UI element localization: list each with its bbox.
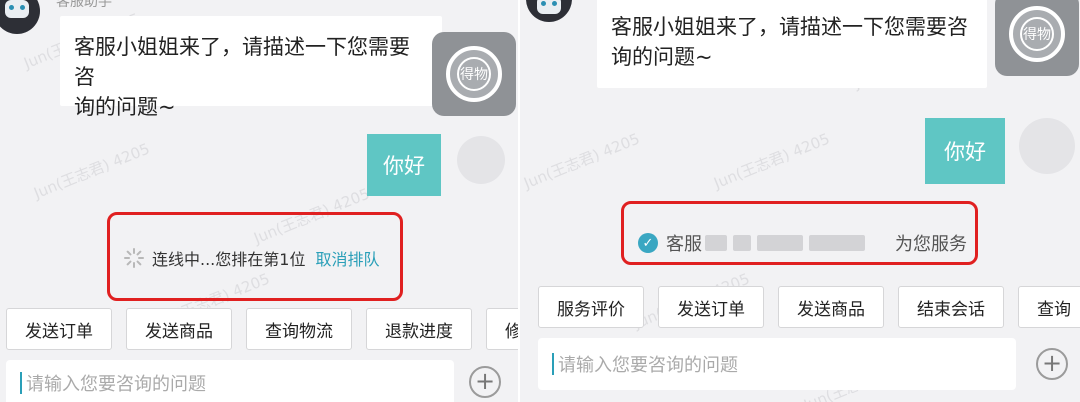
queue-status-text: 连线中...您排在第1位 [152,250,306,269]
text-caret [552,353,554,375]
watermark: Jun(王志君) 4205 [31,139,153,203]
agent-avatar [526,0,572,22]
message-input[interactable]: 请输入您要咨询的问题 [538,338,1016,390]
quick-action-send-product[interactable]: 发送商品 [778,286,884,328]
quick-action-send-product[interactable]: 发送商品 [126,308,232,350]
agent-name: 客服助手 [56,0,112,10]
greeting-line: 询的问题~ [74,95,176,119]
user-avatar [457,136,505,184]
watermark: Jun(王志君) 4205 [711,129,833,193]
brand-logo: 得物 [432,32,516,116]
masked-text [809,235,865,251]
user-avatar [1019,118,1075,174]
quick-action-refund-progress[interactable]: 退款进度 [366,308,472,350]
service-status-row: ✓ 客服 为您服务 [638,230,967,256]
masked-text [757,235,803,251]
quick-action-bar: 发送订单 发送商品 查询物流 退款进度 修改: [6,308,518,350]
user-message-bubble: 你好 [925,118,1005,184]
brand-logo-text: 得物 [1020,17,1054,51]
message-input-placeholder: 请输入您要咨询的问题 [26,374,206,395]
masked-text [733,235,751,251]
agent-greeting-bubble: 客服小姐姐来了，请描述一下您需要咨 询的问题~ [60,16,442,119]
brand-logo-text: 得物 [457,57,491,91]
plus-icon[interactable]: + [1036,348,1068,380]
greeting-line: 客服小姐姐来了，请描述一下您需要咨 [74,35,410,89]
cancel-queue-link[interactable]: 取消排队 [315,246,379,270]
chat-panel-connected: Jun(王志君) 4205 Jun(王志君) 4205 Jun(王志君) 420… [520,0,1080,402]
greeting-line: 客服小姐姐来了，请描述一下您需要咨 [611,15,968,39]
quick-action-send-order[interactable]: 发送订单 [658,286,764,328]
quick-action-query[interactable]: 查询 [1018,286,1080,328]
quick-action-rate-service[interactable]: 服务评价 [538,286,644,328]
chat-panel-queued: Jun(王志君) 4205 Jun(王志君) 4205 Jun(王志君) 420… [0,0,518,402]
watermark: Jun(王志君) 4205 [521,129,643,193]
agent-avatar [0,0,40,34]
service-prefix: 客服 [666,234,702,255]
quick-action-end-session[interactable]: 结束会话 [898,286,1004,328]
plus-icon[interactable]: + [469,366,501,398]
quick-action-bar: 服务评价 发送订单 发送商品 结束会话 查询 [538,286,1080,328]
agent-greeting-bubble: 客服小姐姐来了，请描述一下您需要咨 询的问题~ [597,0,987,88]
check-icon: ✓ [638,233,658,253]
message-input-placeholder: 请输入您要咨询的问题 [558,355,738,376]
greeting-line: 询的问题~ [611,45,713,69]
message-input[interactable]: 请输入您要咨询的问题 [6,360,454,402]
queue-status-row: 连线中...您排在第1位 取消排队 [124,246,379,270]
quick-action-send-order[interactable]: 发送订单 [6,308,112,350]
text-caret [20,372,22,394]
quick-action-track-shipping[interactable]: 查询物流 [246,308,352,350]
masked-text [705,235,727,251]
service-suffix: 为您服务 [895,234,967,255]
user-message-bubble: 你好 [367,134,441,196]
loading-spinner-icon [124,248,144,268]
brand-logo: 得物 [995,0,1079,76]
quick-action-modify[interactable]: 修改: [486,308,518,350]
